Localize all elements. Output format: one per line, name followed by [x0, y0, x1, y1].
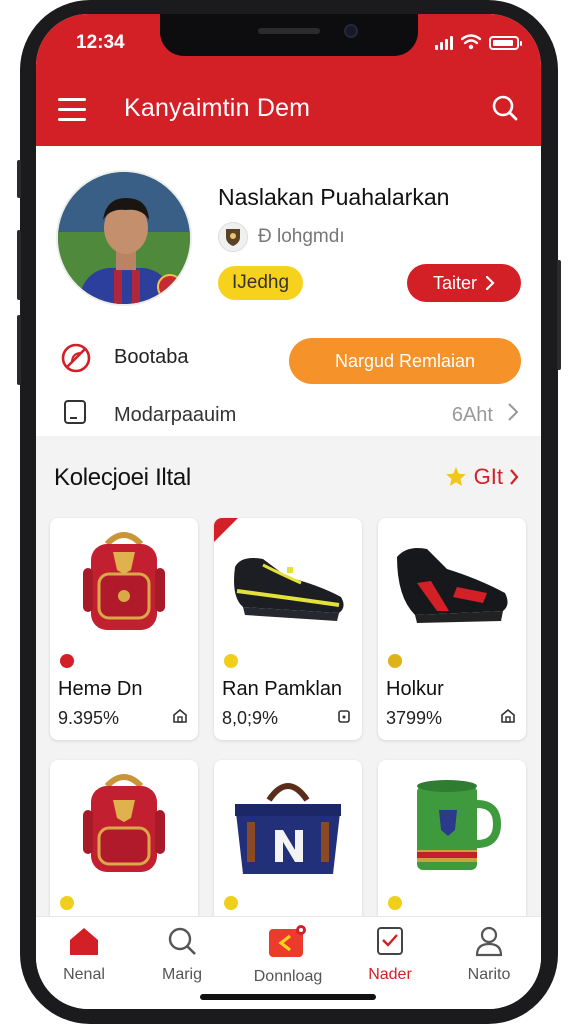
status-time: 12:34: [76, 32, 125, 53]
checklist-icon: [377, 927, 403, 955]
nav-item-profile[interactable]: Narito: [441, 925, 537, 984]
product-card[interactable]: Ran Pamklan 8,0;9%: [214, 518, 362, 740]
search-icon[interactable]: [491, 94, 519, 122]
nav-label: Nader: [368, 966, 412, 983]
color-dot: [224, 896, 238, 910]
speaker: [258, 28, 320, 34]
app-screen: 12:34 Kanyaimtin Dem Naslakan Puahalarka…: [36, 14, 541, 1009]
download-icon: [269, 925, 306, 957]
notch: [160, 14, 418, 56]
collection-link-label: GIt: [473, 464, 503, 489]
collection-section: Kolecjoei Iltal GIt Hemə Dn 9.395% Ran P…: [36, 436, 541, 982]
nav-item-home[interactable]: Nenal: [36, 925, 132, 984]
football-boot-icon: [378, 518, 526, 646]
wallet-value: 6Aht: [451, 404, 493, 426]
profile-section: Naslakan Puahalarkan Đ lohgmdı IJedhg Ta…: [36, 146, 541, 436]
home-indicator[interactable]: [200, 994, 376, 1000]
mug-icon: [378, 760, 526, 888]
color-dot: [60, 896, 74, 910]
wifi-icon: [461, 34, 481, 50]
collection-title: Kolecjoei Iltal: [54, 464, 191, 491]
product-price: 8,0;9%: [222, 708, 279, 728]
user-icon: [475, 926, 503, 957]
preference-row: Bootaba Nargud Remlaian: [36, 332, 541, 384]
profile-subtitle: Đ lohgmdı: [258, 226, 345, 247]
product-name: Holkur: [386, 678, 444, 700]
ban-icon: [61, 343, 91, 373]
avatar[interactable]: [56, 170, 192, 306]
product-price: 3799%: [386, 708, 443, 728]
nav-label: Marig: [161, 966, 202, 983]
wallet-icon: [64, 400, 86, 424]
orange-action-button[interactable]: Nargud Remlaian: [289, 338, 521, 384]
chevron-right-icon: [510, 469, 519, 485]
front-camera: [344, 24, 358, 38]
star-icon: [445, 467, 466, 486]
lock-icon: [338, 710, 350, 723]
volume-down-button: [17, 315, 21, 385]
nav-label: Donnloag: [253, 968, 323, 985]
chevron-right-icon: [508, 403, 519, 421]
player-photo: [58, 172, 190, 304]
nav-label: Narito: [467, 966, 511, 983]
store-icon: [501, 708, 515, 723]
football-boot-icon: [214, 518, 362, 646]
profile-action-label: Taiter: [432, 272, 477, 293]
backpack-icon: [50, 518, 198, 646]
wallet-row[interactable]: Modarpaauim 6Aht: [36, 390, 541, 436]
product-name: Ran Pamklan: [222, 678, 343, 700]
product-card[interactable]: Holkur 3799%: [378, 518, 526, 740]
profile-subtitle-row: Đ lohgmdı: [218, 222, 345, 252]
club-crest-icon: [218, 222, 248, 252]
nav-label: Nenal: [63, 966, 105, 983]
product-card[interactable]: Hemə Dn 9.395%: [50, 518, 198, 740]
preference-label: Bootaba: [114, 346, 189, 368]
home-icon: [70, 928, 98, 955]
profile-name: Naslakan Puahalarkan: [218, 184, 450, 210]
status-icons: [435, 34, 522, 50]
duffel-bag-icon: [214, 760, 362, 888]
status-badge: IJedhg: [218, 266, 304, 300]
search-icon: [168, 927, 196, 955]
nav-item-search[interactable]: Marig: [134, 925, 230, 984]
power-button: [557, 260, 561, 370]
signal-icon: [435, 36, 453, 50]
product-name: Hemə Dn: [58, 678, 143, 700]
color-dot: [388, 654, 402, 668]
color-dot: [224, 654, 238, 668]
store-icon: [173, 708, 187, 723]
wallet-label: Modarpaauim: [114, 404, 237, 426]
collection-see-all-link[interactable]: GIt: [444, 464, 519, 490]
profile-action-button[interactable]: Taiter: [407, 264, 521, 302]
nav-item-download[interactable]: Donnloag: [240, 925, 336, 986]
color-dot: [60, 654, 74, 668]
chevron-right-icon: [485, 275, 495, 291]
backpack-icon: [50, 760, 198, 888]
product-price: 9.395%: [58, 708, 120, 728]
hamburger-menu-icon[interactable]: [58, 98, 86, 121]
volume-up-button: [17, 230, 21, 300]
mute-switch: [17, 160, 21, 198]
color-dot: [388, 896, 402, 910]
app-title: Kanyaimtin Dem: [124, 94, 311, 122]
nav-item-orders[interactable]: Nader: [342, 925, 438, 984]
battery-icon: [489, 36, 522, 50]
